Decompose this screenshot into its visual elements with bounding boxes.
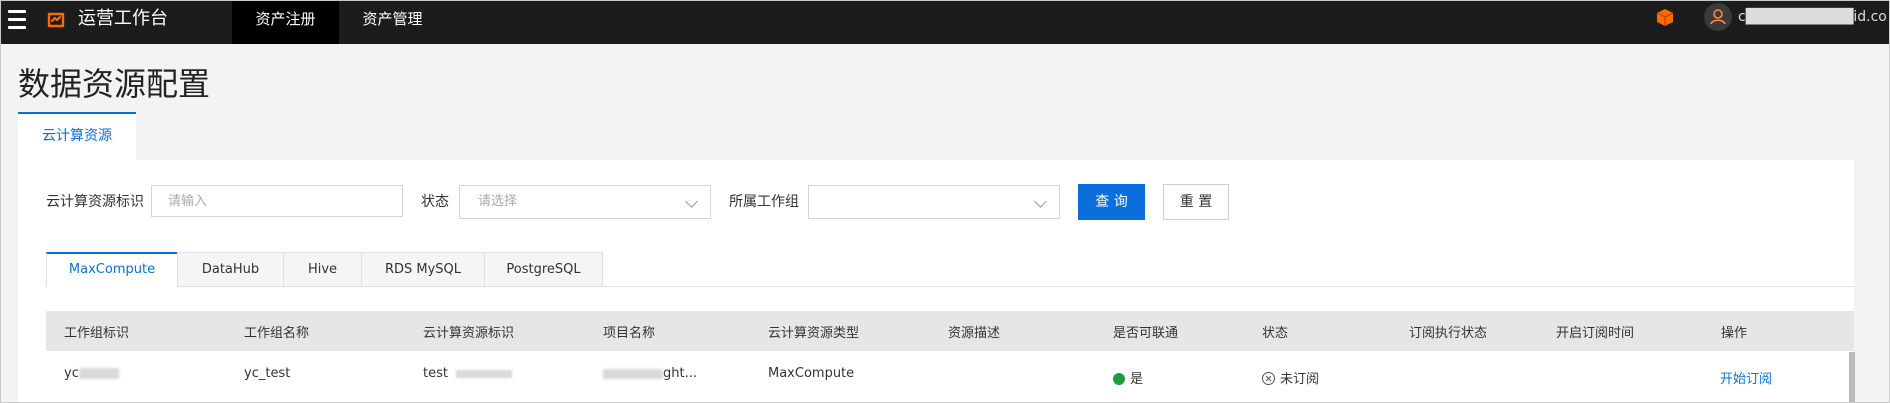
cell-status: 未订阅 (1262, 368, 1319, 387)
user-icon (1710, 9, 1726, 25)
status-dot-icon (1113, 373, 1125, 385)
tab-cloud-resource[interactable]: 云计算资源 (18, 112, 136, 160)
cell-text: 未订阅 (1280, 372, 1320, 387)
cell-text: yc (64, 366, 79, 381)
resource-id-input[interactable] (151, 185, 403, 217)
cell-workgroup-name: yc_test (244, 366, 291, 381)
page-title: 数据资源配置 (18, 65, 211, 103)
tab-hive[interactable]: Hive (283, 252, 362, 287)
resource-id-label: 云计算资源标识 (46, 194, 144, 210)
workgroup-select[interactable] (808, 185, 1060, 219)
redacted-text (603, 368, 663, 379)
nav-tab-asset-management[interactable]: 资产管理 (339, 0, 446, 44)
cube-icon[interactable] (1655, 8, 1675, 28)
brand-logo-icon (47, 12, 65, 28)
app-title: 运营工作台 (78, 8, 168, 29)
column-header: 工作组标识 (64, 326, 130, 341)
cell-resource-id: test (423, 366, 513, 381)
column-header: 订阅执行状态 (1409, 326, 1488, 341)
tab-maxcompute[interactable]: MaxCompute (46, 252, 178, 287)
cell-resource-type: MaxCompute (768, 366, 855, 381)
tab-datahub[interactable]: DataHub (177, 252, 284, 287)
cell-text: test (423, 366, 448, 381)
column-header: 操作 (1721, 326, 1748, 341)
column-header: 云计算资源标识 (423, 326, 515, 341)
column-header: 资源描述 (948, 326, 1001, 341)
cell-project-name: ght... (603, 366, 697, 381)
tab-postgresql[interactable]: PostgreSQL (484, 252, 603, 287)
column-header: 工作组名称 (244, 326, 310, 341)
nav-tab-asset-register[interactable]: 资产注册 (232, 0, 339, 44)
chevron-down-icon (685, 195, 698, 208)
status-label: 状态 (421, 194, 449, 210)
reset-button[interactable]: 重 置 (1163, 184, 1229, 220)
menu-icon[interactable] (8, 10, 26, 30)
column-header: 项目名称 (603, 326, 656, 341)
top-bar: 运营工作台 资产注册 资产管理 c██████████id.co (0, 0, 1890, 44)
redacted-text (456, 369, 513, 378)
close-circle-icon (1262, 372, 1275, 385)
query-button[interactable]: 查 询 (1078, 184, 1145, 220)
status-select-placeholder: 请选择 (478, 194, 518, 209)
column-header: 开启订阅时间 (1556, 326, 1635, 341)
redacted-text (78, 368, 119, 379)
cell-connectable: 是 (1113, 368, 1143, 387)
avatar[interactable] (1704, 3, 1732, 31)
column-header: 状态 (1262, 326, 1289, 341)
tab-rds-mysql[interactable]: RDS MySQL (361, 252, 485, 287)
cell-text: ght... (663, 366, 697, 381)
workgroup-label: 所属工作组 (729, 194, 799, 210)
column-header: 是否可联通 (1113, 326, 1179, 341)
user-name[interactable]: c██████████id.co (1738, 9, 1887, 25)
cell-workgroup-id: yc (64, 366, 119, 381)
chevron-down-icon (1034, 195, 1047, 208)
cell-text: 是 (1130, 372, 1144, 387)
status-select[interactable]: 请选择 (459, 185, 711, 219)
column-header: 云计算资源类型 (768, 326, 860, 341)
scrollbar[interactable] (1849, 352, 1855, 403)
start-subscription-link[interactable]: 开始订阅 (1720, 368, 1772, 387)
